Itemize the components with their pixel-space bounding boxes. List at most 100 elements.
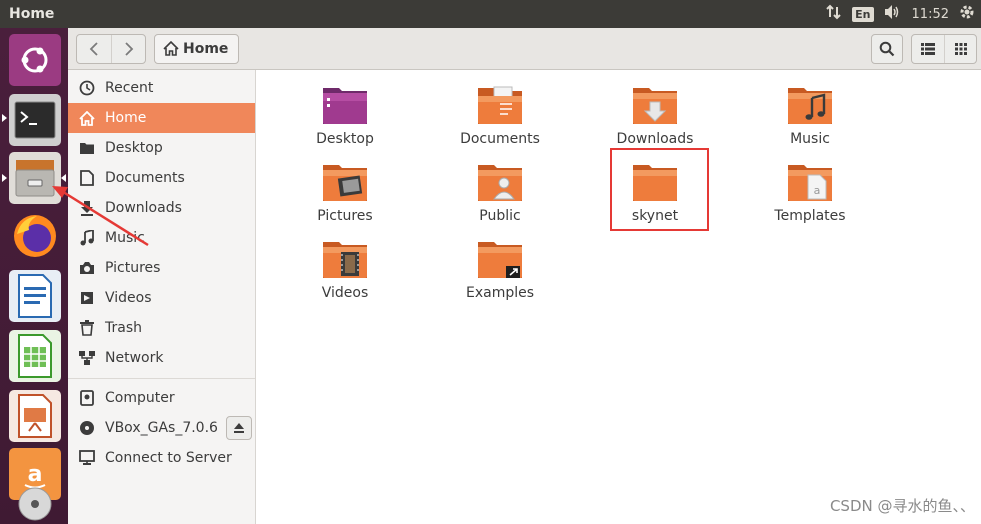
- disc-icon: [78, 419, 96, 437]
- window-title: Home: [9, 6, 55, 22]
- download-icon: [78, 199, 96, 217]
- sidebar-item-computer[interactable]: Computer: [68, 383, 255, 413]
- grid-view-icon: [954, 42, 967, 55]
- dvd-icon[interactable]: [9, 482, 61, 522]
- eject-icon: [234, 423, 244, 433]
- sidebar-item-downloads[interactable]: Downloads: [68, 193, 255, 223]
- watermark: CSDN @寻水的鱼、、: [829, 497, 975, 515]
- folder-templates[interactable]: a Templates: [745, 159, 875, 229]
- folder-label: Documents: [460, 131, 540, 147]
- sidebar-item-pictures[interactable]: Pictures: [68, 253, 255, 283]
- sidebar-item-network[interactable]: Network: [68, 343, 255, 373]
- computer-icon: [78, 389, 96, 407]
- network-icon: [78, 349, 96, 367]
- sidebar-item-label: Pictures: [105, 260, 161, 276]
- clock[interactable]: 11:52: [912, 7, 949, 22]
- terminal-icon[interactable]: [9, 94, 61, 146]
- folder-label: Public: [479, 208, 521, 224]
- server-icon: [78, 449, 96, 467]
- files-icon[interactable]: [9, 152, 61, 204]
- folder-label: Pictures: [317, 208, 373, 224]
- clock-icon: [78, 79, 96, 97]
- view-switcher: [911, 33, 977, 64]
- downloads-folder-icon: [631, 82, 679, 128]
- annotation-highlight-box: [610, 148, 709, 231]
- examples-folder-icon: [476, 236, 524, 282]
- eject-button[interactable]: [226, 416, 252, 440]
- path-bar-label: Home: [183, 40, 229, 57]
- libreoffice-impress-icon[interactable]: [9, 390, 61, 442]
- folder-downloads[interactable]: Downloads: [590, 82, 720, 152]
- music-icon: [78, 229, 96, 247]
- list-view-button[interactable]: [912, 35, 944, 63]
- running-indicator: [2, 114, 7, 122]
- sidebar-item-label: Network: [105, 350, 164, 366]
- volume-icon[interactable]: [884, 4, 902, 24]
- sidebar-item-trash[interactable]: Trash: [68, 313, 255, 343]
- documents-folder-icon: [476, 82, 524, 128]
- sidebar-item-connect-to-server[interactable]: Connect to Server: [68, 443, 255, 473]
- keyboard-language-indicator[interactable]: En: [852, 6, 874, 22]
- path-bar-home-button[interactable]: Home: [154, 33, 240, 64]
- camera-icon: [78, 259, 96, 277]
- folder-music[interactable]: Music: [745, 82, 875, 152]
- header-tools: [871, 33, 981, 64]
- launcher: a: [0, 28, 68, 524]
- folder-label: Music: [790, 131, 830, 147]
- film-icon: [78, 289, 96, 307]
- videos-folder-icon: [321, 236, 369, 282]
- folder-label: Videos: [321, 285, 369, 301]
- dash-ubuntu-icon[interactable]: [9, 34, 61, 86]
- grid-view-button[interactable]: [944, 34, 976, 63]
- list-view-icon: [921, 42, 935, 55]
- back-button[interactable]: [77, 35, 111, 63]
- header-bar: Home: [68, 28, 981, 70]
- sidebar-item-label: VBox_GAs_7.0.6: [105, 420, 218, 436]
- home-icon: [163, 41, 179, 56]
- active-indicator: [61, 174, 66, 182]
- sidebar-item-label: Recent: [105, 80, 154, 96]
- sidebar-item-label: Home: [105, 110, 147, 126]
- sidebar-item-label: Trash: [105, 320, 142, 336]
- firefox-icon[interactable]: [9, 210, 61, 262]
- music-folder-icon: [786, 82, 834, 128]
- navigation-buttons: [76, 33, 146, 64]
- indicator-area: En 11:52: [826, 4, 981, 24]
- folder-videos[interactable]: Videos: [280, 236, 410, 306]
- libreoffice-writer-icon[interactable]: [9, 270, 61, 322]
- pictures-folder-icon: [321, 159, 369, 205]
- forward-button[interactable]: [111, 34, 145, 63]
- sidebar-item-label: Computer: [105, 390, 175, 406]
- sidebar-item-home[interactable]: Home: [68, 103, 255, 133]
- public-folder-icon: [476, 159, 524, 205]
- sidebar-item-label: Videos: [105, 290, 152, 306]
- settings-gear-icon[interactable]: [959, 4, 975, 24]
- folder-label: Desktop: [316, 131, 374, 147]
- sidebar-item-music[interactable]: Music: [68, 223, 255, 253]
- trash-icon: [78, 319, 96, 337]
- network-transfer-icon[interactable]: [826, 4, 842, 24]
- sidebar-item-recent[interactable]: Recent: [68, 73, 255, 103]
- sidebar-item-label: Connect to Server: [105, 450, 232, 466]
- svg-text:a: a: [814, 184, 821, 197]
- sidebar-item-documents[interactable]: Documents: [68, 163, 255, 193]
- libreoffice-calc-icon[interactable]: [9, 330, 61, 382]
- templates-folder-icon: a: [786, 159, 834, 205]
- top-panel: Home En 11:52: [0, 0, 981, 28]
- folder-icon: [78, 139, 96, 157]
- folder-documents[interactable]: Documents: [435, 82, 565, 152]
- chevron-left-icon: [89, 41, 98, 56]
- search-button[interactable]: [871, 33, 903, 64]
- sidebar-separator: [68, 378, 255, 379]
- sidebar-item-label: Downloads: [105, 200, 182, 216]
- desktop-folder-icon: [321, 82, 369, 128]
- folder-public[interactable]: Public: [435, 159, 565, 229]
- sidebar-item-videos[interactable]: Videos: [68, 283, 255, 313]
- folder-pictures[interactable]: Pictures: [280, 159, 410, 229]
- folder-label: Templates: [774, 208, 846, 224]
- folder-desktop[interactable]: Desktop: [280, 82, 410, 152]
- search-icon: [879, 41, 895, 56]
- folder-examples[interactable]: Examples: [435, 236, 565, 306]
- sidebar-item-desktop[interactable]: Desktop: [68, 133, 255, 163]
- running-indicator: [2, 174, 7, 182]
